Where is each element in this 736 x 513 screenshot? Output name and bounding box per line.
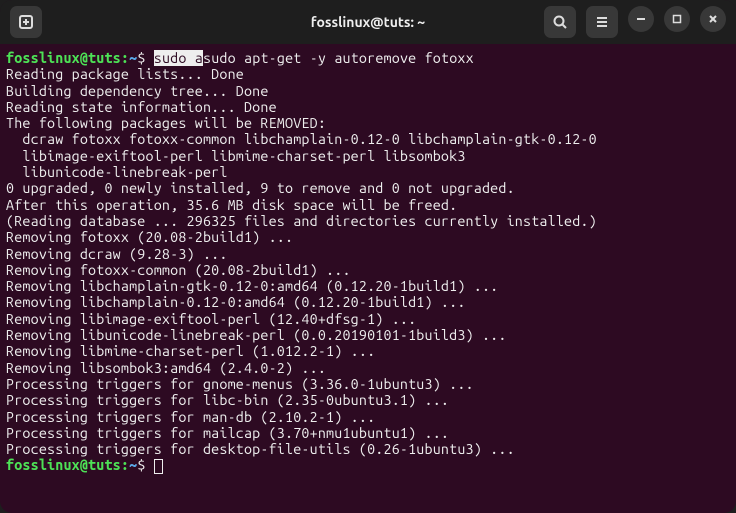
- titlebar: fosslinux@tuts: ~: [0, 0, 736, 44]
- cmd-rest: sudo apt-get -y autoremove fotoxx: [203, 50, 474, 66]
- terminal-window: fosslinux@tuts: ~: [0, 0, 736, 513]
- search-button[interactable]: [544, 6, 576, 38]
- prompt-userhost-2: fosslinux@tuts: [6, 457, 121, 473]
- maximize-button[interactable]: [664, 6, 690, 32]
- output-block: Reading package lists... Done Building d…: [6, 66, 730, 457]
- search-icon: [552, 14, 568, 30]
- new-tab-button[interactable]: [10, 6, 42, 38]
- maximize-icon: [672, 14, 682, 24]
- prompt-sep: :: [121, 50, 129, 66]
- cursor: [154, 459, 163, 474]
- hamburger-icon: [594, 14, 610, 30]
- plus-tab-icon: [18, 14, 34, 30]
- window-title: fosslinux@tuts: ~: [311, 14, 425, 30]
- close-button[interactable]: [700, 6, 726, 32]
- hamburger-menu-button[interactable]: [586, 6, 618, 38]
- prompt-dollar-2: $: [137, 457, 145, 473]
- terminal-content[interactable]: fosslinux@tuts:~$ sudo asudo apt-get -y …: [0, 44, 736, 513]
- minimize-button[interactable]: [628, 6, 654, 32]
- prompt-sep-2: :: [121, 457, 129, 473]
- close-icon: [708, 14, 718, 24]
- prompt-userhost: fosslinux@tuts: [6, 50, 121, 66]
- cmd-highlighted: sudo a: [154, 50, 203, 66]
- prompt-dollar: $: [137, 50, 145, 66]
- minimize-icon: [636, 14, 646, 24]
